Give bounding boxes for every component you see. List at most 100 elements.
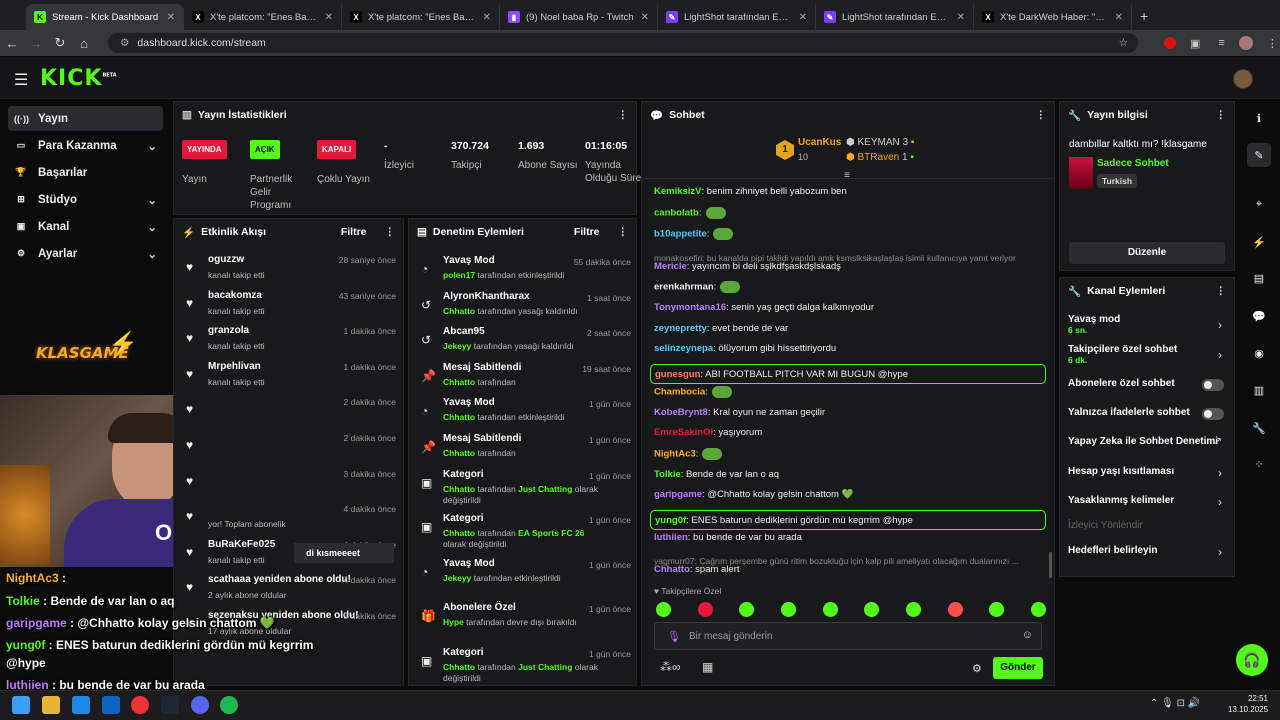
moderator-name[interactable]: Jekeyy (443, 341, 471, 351)
back-icon[interactable]: ← (0, 36, 24, 51)
emote-icon[interactable] (656, 602, 671, 617)
chat-username[interactable]: zeynepretty (654, 323, 707, 334)
layout-panel-icon[interactable]: ▥ (1247, 378, 1271, 402)
chat-message[interactable]: Chambocia: (654, 385, 1044, 398)
chat-message[interactable]: EmreSakinOl: yaşıyorum (654, 427, 1044, 438)
more-panel-icon[interactable]: ⁘ (1247, 452, 1271, 476)
chat-message[interactable]: b10appetite: (654, 227, 1044, 240)
browser-tab[interactable]: ✎ LightShot tarafından Ekran Gör ✕ (816, 4, 974, 30)
category-link[interactable]: Sadece Sohbet (1097, 158, 1169, 169)
chat-username[interactable]: yung0f (655, 515, 686, 526)
chevron-down-icon[interactable]: ⌄ (147, 139, 157, 153)
moderation-item[interactable]: ▣ Kategori Chhatto tarafından Just Chattin… (413, 645, 636, 683)
moderation-item[interactable]: ↺ AlyronKhantharax Chhatto tarafından yasa… (413, 289, 636, 325)
new-tab-button[interactable]: + (1140, 8, 1148, 24)
chat-username[interactable]: b10appetite (654, 228, 707, 239)
moderator-name[interactable]: Chhatto (443, 377, 475, 387)
browser-tab[interactable]: X X'te DarkWeb Haber: "Yerli yap ✕ (974, 4, 1132, 30)
chat-message[interactable]: KemiksizV: benim zihniyet belli yabozum … (654, 186, 1044, 197)
chat-username[interactable]: Tonymontana16 (654, 302, 726, 313)
moderation-item[interactable]: ◔ Yavaş Mod Jekeyy tarafından etkinleştiri… (413, 556, 636, 592)
hamburger-menu-icon[interactable]: ☰ (14, 70, 28, 90)
chevron-down-icon[interactable]: ⌄ (147, 220, 157, 234)
chat-message[interactable]: selinzeynepa: ölüyorum gibi hissettiriyo… (654, 343, 1044, 354)
chat-username[interactable]: garipgame (654, 489, 702, 500)
moderation-item[interactable]: ▣ Kategori Chhatto tarafından Just Chattin… (413, 467, 636, 505)
nav-item[interactable]: ▣ Kanal ⌄ (8, 214, 163, 239)
channel-action[interactable]: Hedefleri belirleyin (1068, 545, 1228, 556)
forward-icon[interactable]: → (24, 36, 48, 51)
moderator-name[interactable]: Chhatto (443, 412, 475, 422)
close-tab-icon[interactable]: ✕ (167, 12, 175, 23)
chat-username[interactable]: erenkahrman (654, 282, 714, 293)
moderation-item[interactable]: 📌 Mesaj Sabitlendi Chhatto tarafından 19 sa… (413, 360, 636, 396)
chat-username[interactable]: KemiksizV (654, 186, 702, 197)
url-field[interactable]: ⚙ dashboard.kick.com/stream ☆ (108, 33, 1138, 53)
file-explorer-icon[interactable] (42, 696, 60, 714)
chevron-down-icon[interactable]: ⌄ (147, 193, 157, 207)
moderation-item[interactable]: ◔ Yavaş Mod Chhatto tarafından etkinleştir… (413, 395, 636, 431)
info-icon[interactable]: ℹ (1247, 106, 1271, 130)
chat-username[interactable]: Mericle (654, 261, 687, 272)
channel-action[interactable]: Yasaklanmış kelimeler (1068, 495, 1228, 506)
emote-icon[interactable] (864, 602, 880, 617)
moderation-item[interactable]: ◔ Yavaş Mod polen17 tarafından etkinleştir… (413, 253, 636, 289)
chat-username[interactable]: NightAc3 (654, 448, 696, 459)
moderation-item[interactable]: ▣ Kategori Chhatto tarafından EA Sports FC… (413, 511, 636, 549)
chat-message[interactable]: luthiien: bu bende de var bu arada (654, 532, 1044, 543)
chat-username[interactable]: Tolkie (654, 469, 681, 480)
chat-panel-icon[interactable]: 💬 (1247, 304, 1271, 328)
activity-event[interactable]: ♥ 2 dakika önce (178, 393, 402, 427)
external-link-icon[interactable]: ↗ (1214, 436, 1222, 447)
expand-chevron-icon[interactable]: ≡ (844, 170, 850, 181)
chat-message[interactable]: canbolatb: (654, 206, 1044, 219)
moderation-item[interactable]: 🎁 Abonelere Özel Hype tarafından devre dış… (413, 600, 636, 636)
tray-icons[interactable]: ⌃ 🎙 ⊡ 🔊 (1150, 698, 1200, 709)
activity-event[interactable]: ♥ granzola kanalı takip etti 1 dakika önce (178, 322, 402, 356)
chat-message[interactable]: Tonymontana16: senin yaş geçti dalga kal… (654, 302, 1044, 313)
chevron-right-icon[interactable]: › (1218, 318, 1222, 332)
user-avatar[interactable] (1233, 69, 1253, 89)
gifter-2-name[interactable]: ⬢ KEYMAN 3 ▪ (846, 137, 914, 148)
chat-input[interactable]: 🎙 Bir mesaj gönderin ☺ (654, 622, 1042, 650)
reading-list-icon[interactable]: ≡ (1218, 37, 1224, 49)
nav-item[interactable]: ⊞ Stüdyo ⌄ (8, 187, 163, 212)
home-icon[interactable]: ⌂ (72, 36, 96, 51)
emote-icon[interactable] (739, 602, 755, 617)
site-info-icon[interactable]: ⚙ (120, 37, 129, 49)
chat-settings-icon[interactable]: ⚙ (972, 662, 982, 675)
moderator-name[interactable]: Chhatto (443, 306, 475, 316)
close-tab-icon[interactable]: ✕ (483, 12, 491, 23)
crosshair-icon[interactable]: ⌖ (1247, 192, 1271, 216)
chat-username[interactable]: Chambocia (654, 386, 705, 397)
windows-start-icon[interactable] (12, 696, 30, 714)
chat-tools-icon[interactable]: ⁂∞ (660, 660, 681, 674)
toggle-switch[interactable] (1202, 408, 1224, 420)
chat-message[interactable]: NightAc3: (654, 447, 1044, 460)
moderator-name[interactable]: Jekeyy (443, 573, 471, 583)
chevron-down-icon[interactable]: ⌄ (147, 247, 157, 261)
toggle-switch[interactable] (1202, 379, 1224, 391)
edit-button[interactable]: Düzenle (1069, 242, 1225, 264)
reload-icon[interactable]: ↻ (48, 35, 72, 51)
moderator-name[interactable]: Chhatto (443, 448, 475, 458)
browser-tab[interactable]: ✎ LightShot tarafından Ekran Gör ✕ (658, 4, 816, 30)
profile-avatar[interactable] (1238, 36, 1253, 50)
activity-event[interactable]: ♥ Mrpehlivan kanalı takip etti 1 dakika önc… (178, 358, 402, 392)
send-button[interactable]: Gönder (993, 657, 1043, 679)
activity-menu-icon[interactable]: ⋮ (385, 226, 396, 238)
wrench-panel-icon[interactable]: 🔧 (1247, 416, 1271, 440)
nav-item[interactable]: ((·)) Yayın (8, 106, 163, 131)
channel-actions-menu-icon[interactable]: ⋮ (1216, 285, 1227, 297)
emote-icon[interactable] (905, 602, 921, 617)
mic-icon[interactable]: 🎙 (667, 630, 681, 643)
chat-menu-icon[interactable]: ⋮ (1036, 109, 1047, 121)
kick-logo[interactable]: KICKBETA (40, 66, 117, 91)
activity-event[interactable]: ♥ bacakomza kanalı takip etti 43 saniye önc… (178, 287, 402, 321)
moderation-item[interactable]: 📌 Mesaj Sabitlendi Chhatto tarafından 1 gün… (413, 431, 636, 467)
close-tab-icon[interactable]: ✕ (325, 12, 333, 23)
activity-event[interactable]: ♥ 3 dakika önce (178, 465, 402, 499)
chat-message[interactable]: KobeBrynt8: Kral oyun ne zaman geçilir (654, 407, 1044, 418)
chevron-right-icon[interactable]: › (1218, 545, 1222, 559)
channel-action[interactable]: Takipçilere özel sohbet 6 dk. (1068, 344, 1228, 365)
